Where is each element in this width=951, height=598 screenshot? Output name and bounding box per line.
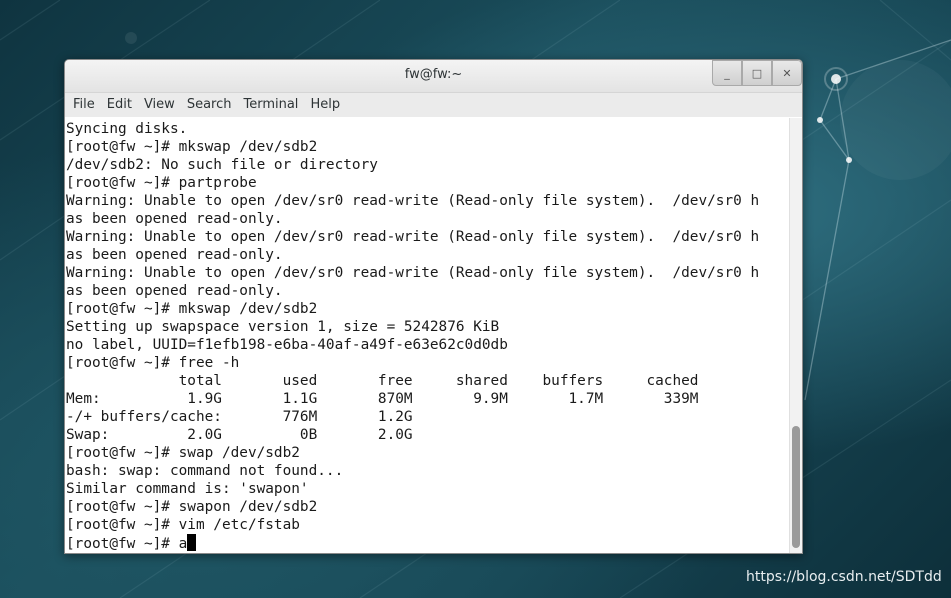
- menu-file[interactable]: File: [67, 93, 101, 117]
- terminal-line: -/+ buffers/cache: 776M 1.2G: [66, 409, 413, 425]
- terminal-line: [root@fw ~]# swap /dev/sdb2: [66, 445, 300, 461]
- terminal-line: as been opened read-only.: [66, 211, 283, 227]
- close-button[interactable]: ✕: [772, 60, 802, 86]
- menu-edit[interactable]: Edit: [101, 93, 138, 117]
- terminal-line: Mem: 1.9G 1.1G 870M 9.9M 1.7M 339M: [66, 391, 699, 407]
- menubar: File Edit View Search Terminal Help: [65, 93, 802, 117]
- menu-search[interactable]: Search: [181, 93, 238, 117]
- terminal-prompt-input[interactable]: [root@fw ~]# a: [66, 536, 187, 552]
- terminal-line: Similar command is: 'swapon': [66, 481, 309, 497]
- terminal-prompt-line[interactable]: [root@fw ~]# a: [66, 534, 759, 552]
- menu-help[interactable]: Help: [304, 93, 346, 117]
- minimize-button[interactable]: _: [712, 60, 742, 86]
- terminal-line: as been opened read-only.: [66, 247, 283, 263]
- terminal-line: Swap: 2.0G 0B 2.0G: [66, 427, 413, 443]
- watermark-url: https://blog.csdn.net/SDTdd: [746, 569, 942, 585]
- terminal-scrollbar[interactable]: [789, 118, 802, 553]
- close-icon: ✕: [782, 66, 792, 80]
- terminal-line: [root@fw ~]# mkswap /dev/sdb2: [66, 139, 318, 155]
- terminal-line: no label, UUID=f1efb198-e6ba-40af-a49f-e…: [66, 337, 508, 353]
- maximize-icon: □: [751, 66, 763, 80]
- terminal-line: Setting up swapspace version 1, size = 5…: [66, 319, 500, 335]
- minimize-icon: _: [724, 66, 730, 80]
- maximize-button[interactable]: □: [742, 60, 772, 86]
- window-title: fw@fw:~: [404, 67, 463, 82]
- terminal-line: Warning: Unable to open /dev/sr0 read-wr…: [66, 229, 760, 245]
- terminal-line: total used free shared buffers cached: [66, 373, 699, 389]
- terminal-window: fw@fw:~ _ □ ✕ File Edit View Search Term…: [64, 59, 803, 554]
- terminal-line: Warning: Unable to open /dev/sr0 read-wr…: [66, 193, 760, 209]
- terminal-line: /dev/sdb2: No such file or directory: [66, 157, 378, 173]
- terminal-line: [root@fw ~]# vim /etc/fstab: [66, 517, 300, 533]
- terminal-lines: Syncing disks. [root@fw ~]# mkswap /dev/…: [66, 120, 759, 552]
- terminal-line: Warning: Unable to open /dev/sr0 read-wr…: [66, 265, 760, 281]
- window-titlebar[interactable]: fw@fw:~ _ □ ✕: [65, 60, 802, 93]
- menu-view[interactable]: View: [138, 93, 181, 117]
- terminal-line: [root@fw ~]# free -h: [66, 355, 240, 371]
- terminal-output[interactable]: Syncing disks. [root@fw ~]# mkswap /dev/…: [65, 118, 789, 553]
- terminal-line: [root@fw ~]# mkswap /dev/sdb2: [66, 301, 318, 317]
- terminal-line: [root@fw ~]# swapon /dev/sdb2: [66, 499, 318, 515]
- terminal-line: bash: swap: command not found...: [66, 463, 344, 479]
- menu-terminal[interactable]: Terminal: [237, 93, 304, 117]
- terminal-line: as been opened read-only.: [66, 283, 283, 299]
- terminal-line: [root@fw ~]# partprobe: [66, 175, 257, 191]
- text-cursor: [187, 534, 197, 551]
- scrollbar-thumb[interactable]: [792, 426, 800, 548]
- terminal-line: Syncing disks.: [66, 121, 188, 137]
- window-controls: _ □ ✕: [712, 60, 802, 88]
